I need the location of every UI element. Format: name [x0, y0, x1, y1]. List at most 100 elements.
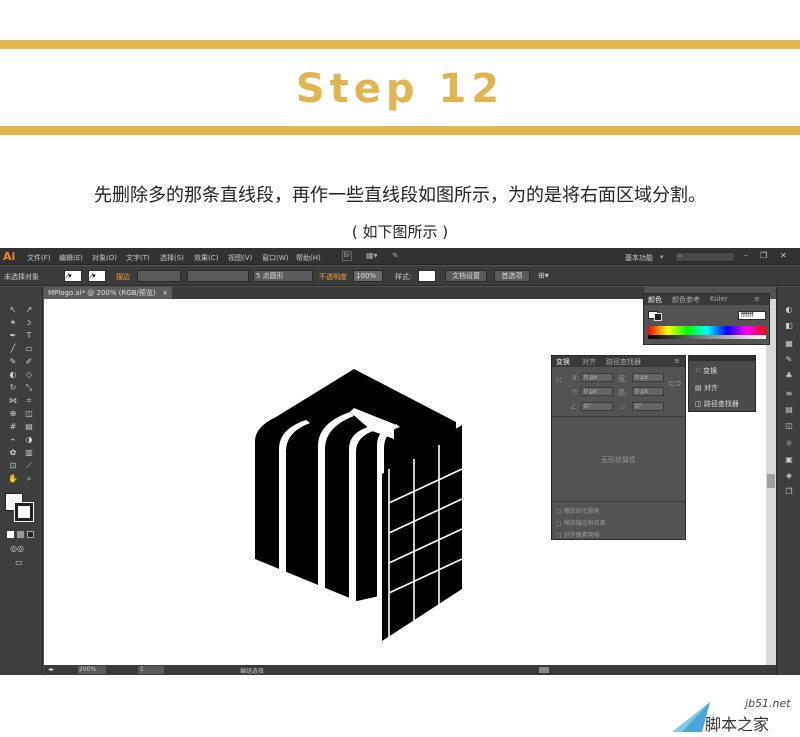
tab-transform[interactable]: 变换 — [556, 357, 570, 367]
artboard-tool-icon[interactable]: ⊡ — [8, 461, 18, 470]
constrain-proportions-icon[interactable]: ⊂⊃ — [668, 379, 681, 388]
gradient-tool-icon[interactable]: ▤ — [24, 422, 34, 431]
direct-selection-tool-icon[interactable]: ↗ — [24, 305, 34, 314]
shear-field[interactable]: 0° — [632, 402, 664, 411]
menu-edit[interactable]: 编辑(E) — [59, 253, 83, 263]
minimize-icon[interactable]: – — [744, 251, 748, 260]
flyout-transform[interactable]: ⁙ 变换 — [695, 366, 717, 376]
menu-object[interactable]: 对象(O) — [92, 253, 117, 263]
gradient-mode-icon[interactable] — [17, 531, 24, 538]
brush-field[interactable]: 5 点圆形 — [253, 270, 313, 282]
menu-file[interactable]: 文件(F) — [27, 253, 51, 263]
h-field[interactable]: 0 px — [632, 387, 664, 396]
blob-brush-tool-icon[interactable]: ◐ — [8, 370, 18, 379]
search-input[interactable] — [675, 252, 735, 262]
zoom-field[interactable]: 200% — [78, 666, 106, 674]
menu-type[interactable]: 文字(T) — [126, 253, 150, 263]
scale-tool-icon[interactable]: ⤡ — [24, 383, 34, 392]
screen-mode-icon[interactable]: ▭ — [14, 558, 24, 567]
lasso-tool-icon[interactable]: ↄ — [24, 318, 34, 327]
arrange-icon[interactable]: ⊞▾ — [538, 271, 549, 280]
hex-field[interactable]: ffffff — [738, 311, 766, 320]
blend-tool-icon[interactable]: ◑ — [24, 435, 34, 444]
type-tool-icon[interactable]: T — [24, 331, 34, 340]
none-mode-icon[interactable] — [27, 531, 34, 538]
stroke-panel-icon[interactable]: ≡ — [784, 389, 794, 398]
artboards-icon[interactable]: ❐ — [784, 487, 794, 496]
style-swatch[interactable] — [418, 270, 436, 282]
vertical-scrollbar[interactable] — [766, 299, 776, 665]
opacity-field[interactable]: 100% — [353, 270, 383, 282]
menu-select[interactable]: 选择(S) — [160, 253, 184, 263]
reference-point-icon[interactable]: ⁙ — [555, 376, 563, 386]
line-tool-icon[interactable]: ╱ — [8, 344, 18, 353]
menu-view[interactable]: 视图(V) — [228, 253, 252, 263]
doc-setup-button[interactable]: 文档设置 — [445, 270, 487, 282]
fill-swatch[interactable]: ⁄▾ — [64, 270, 82, 282]
document-tab[interactable]: MPlogo.ai* @ 200% (RGB/预览) × — [44, 287, 172, 299]
bridge-icon[interactable]: Br — [342, 251, 352, 261]
graphic-styles-icon[interactable]: ▣ — [784, 455, 794, 464]
gpu-icon[interactable]: ✎ — [392, 251, 399, 260]
color-guide-icon[interactable]: ◧ — [784, 321, 794, 330]
color-mode-icon[interactable] — [7, 531, 14, 538]
menu-help[interactable]: 帮助(H) — [296, 253, 321, 263]
flyout-pathfinder[interactable]: ◫ 路径查找器 — [695, 399, 739, 409]
tab-color-guide[interactable]: 颜色参考 — [672, 295, 700, 305]
tab-align[interactable]: 对齐 — [582, 357, 596, 367]
symbols-icon[interactable]: ♣ — [784, 371, 794, 380]
eyedropper-tool-icon[interactable]: ⌁ — [8, 435, 18, 444]
brushes-icon[interactable]: ✎ — [784, 355, 794, 364]
tab-pathfinder[interactable]: 路径查找器 — [606, 357, 641, 367]
x-field[interactable]: 0 px — [581, 373, 613, 382]
eraser-tool-icon[interactable]: ◇ — [24, 370, 34, 379]
rectangle-tool-icon[interactable]: ▭ — [24, 344, 34, 353]
menu-window[interactable]: 窗口(W) — [262, 253, 288, 263]
slice-tool-icon[interactable]: ⟋ — [24, 461, 34, 470]
arrange-documents-icon[interactable]: ▦▾ — [366, 251, 378, 260]
checkbox-align-pixel-grid[interactable]: □ 对齐像素网格 — [556, 530, 600, 539]
checkbox-scale-strokes[interactable]: □ 缩放描边和效果 — [556, 518, 606, 527]
mesh-tool-icon[interactable]: # — [8, 422, 18, 431]
appearance-icon[interactable]: ☼ — [784, 439, 794, 448]
workspace-switcher[interactable]: 基本功能 — [625, 253, 653, 263]
stroke-swatch[interactable]: ⁄▾ — [88, 270, 106, 282]
selection-tool-icon[interactable]: ↖ — [8, 305, 18, 314]
panel-menu-icon[interactable]: ≡ — [754, 295, 760, 303]
variable-width-field[interactable] — [187, 270, 249, 282]
stroke-color-icon[interactable] — [14, 502, 34, 522]
rotate-tool-icon[interactable]: ↻ — [8, 383, 18, 392]
color-stroke-swatch[interactable] — [654, 313, 662, 321]
free-transform-tool-icon[interactable]: ⌗ — [24, 396, 34, 405]
swatches-icon[interactable]: ▦ — [784, 339, 794, 348]
transform-panel-menu-icon[interactable]: ≡ — [674, 357, 680, 365]
gradient-panel-icon[interactable]: ▤ — [784, 405, 794, 414]
paintbrush-tool-icon[interactable]: ✎ — [8, 357, 18, 366]
horizontal-scroll-thumb[interactable] — [539, 667, 549, 673]
magic-wand-tool-icon[interactable]: ✶ — [8, 318, 18, 327]
checkbox-scale-corners[interactable]: □ 缩放矩形圆角 — [556, 506, 600, 515]
scroll-thumb[interactable] — [767, 474, 775, 488]
menu-effect[interactable]: 效果(C) — [194, 253, 218, 263]
prev-artboard-icon[interactable]: ◂▸ — [48, 666, 54, 673]
color-panel-icon[interactable]: ◐ — [784, 305, 794, 314]
artboard-number-field[interactable]: 1 — [138, 666, 164, 674]
grayscale-bar[interactable] — [648, 335, 766, 339]
stroke-weight-field[interactable] — [137, 270, 181, 282]
shape-builder-tool-icon[interactable]: ⊕ — [8, 409, 18, 418]
w-field[interactable]: 0 px — [632, 373, 664, 382]
layers-icon[interactable]: ◈ — [784, 471, 794, 480]
pencil-tool-icon[interactable]: ✐ — [24, 357, 34, 366]
zoom-tool-icon[interactable]: ⌕ — [24, 474, 34, 483]
restore-icon[interactable]: ❐ — [760, 251, 767, 260]
y-field[interactable]: 0 px — [581, 387, 613, 396]
transparency-icon[interactable]: ◫ — [784, 421, 794, 430]
opacity-label[interactable]: 不透明度 — [319, 272, 347, 282]
perspective-grid-tool-icon[interactable]: ◫ — [24, 409, 34, 418]
tab-close-icon[interactable]: × — [162, 287, 168, 299]
stroke-label[interactable]: 描边 — [116, 272, 130, 282]
graph-tool-icon[interactable]: ▥ — [24, 448, 34, 457]
symbol-sprayer-tool-icon[interactable]: ✿ — [8, 448, 18, 457]
spectrum-bar[interactable] — [648, 326, 766, 335]
preferences-button[interactable]: 首选项 — [494, 270, 530, 282]
